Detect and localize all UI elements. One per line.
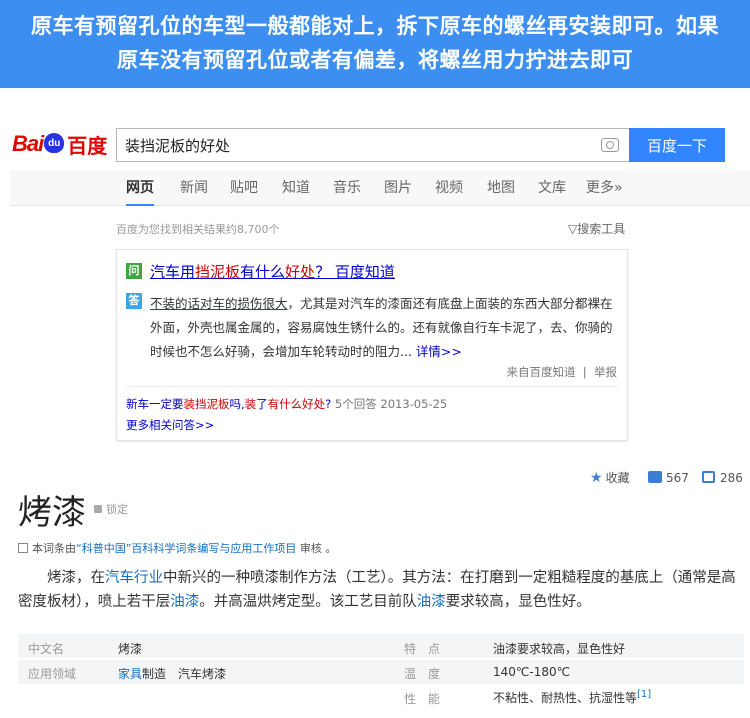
tab-video[interactable]: 视频: [435, 170, 463, 206]
furniture-link[interactable]: 家具: [118, 667, 142, 681]
info-value-feature: 油漆要求较高，显色性好: [493, 642, 626, 656]
card-divider: [126, 386, 618, 387]
paint-link[interactable]: 油漆: [170, 594, 199, 610]
like-button[interactable]: 567: [648, 470, 689, 486]
share-button[interactable]: 286: [702, 470, 743, 486]
info-value-cn-name: 烤漆: [118, 642, 143, 656]
lock-status: 锁定: [94, 501, 128, 517]
search-tools[interactable]: ▽搜索工具: [568, 220, 625, 237]
answer-badge: 答: [126, 293, 142, 309]
tab-music[interactable]: 音乐: [333, 170, 361, 206]
search-header: Bai du 百度 百度一下: [0, 118, 750, 170]
collect-button[interactable]: ★ 收藏: [590, 470, 630, 486]
share-icon: [702, 471, 715, 483]
tab-web[interactable]: 网页: [126, 170, 154, 206]
tab-zhidao[interactable]: 知道: [282, 170, 310, 206]
zhidao-card: 问 答 汽车用挡泥板有什么好处？ 百度知道 不装的话对车的损伤很大，尤其是对汽车…: [116, 249, 628, 441]
tab-wenku[interactable]: 文库: [538, 170, 566, 206]
baidu-logo[interactable]: Bai du 百度: [12, 126, 107, 162]
tab-more[interactable]: 更多»: [586, 170, 623, 206]
result-count: 百度为您找到相关结果约8,700个: [116, 223, 280, 236]
camera-icon[interactable]: [601, 138, 619, 152]
info-label-cn-name: 中文名: [28, 642, 65, 656]
question-badge: 问: [126, 263, 142, 279]
info-label-feature: 特 点: [404, 642, 441, 656]
review-project-link[interactable]: “科普中国”百科科学词条编写与应用工作项目: [76, 542, 296, 555]
question-title-link[interactable]: 汽车用挡泥板有什么好处？ 百度知道: [150, 261, 395, 282]
info-value-property: 不粘性、耐热性、抗湿性等[1]: [493, 689, 652, 705]
info-value-field: 家具制造 汽车烤漆: [118, 667, 227, 681]
search-button[interactable]: 百度一下: [629, 128, 725, 162]
reference-link[interactable]: [1]: [637, 689, 651, 700]
paw-icon: du: [44, 133, 65, 153]
search-tabs: 网页 新闻 贴吧 知道 音乐 图片 视频 地图 文库 更多»: [10, 170, 750, 206]
lock-icon: [94, 505, 102, 513]
paint-link-2[interactable]: 油漆: [417, 594, 446, 610]
more-answers-link[interactable]: 更多相关问答>>: [126, 417, 214, 433]
info-label-field: 应用领域: [28, 667, 77, 681]
top-caption-banner: 原车有预留孔位的车型一般都能对上，拆下原车的螺丝再安装即可。如果 原车没有预留孔…: [0, 0, 750, 88]
related-question[interactable]: 新车一定要装挡泥板吗,装了有什么好处? 5个回答 2013-05-25: [126, 396, 447, 412]
search-input[interactable]: [117, 129, 587, 161]
star-icon: ★: [590, 470, 603, 486]
auto-industry-link[interactable]: 汽车行业: [105, 570, 163, 586]
answer-more-link[interactable]: ... 详情>>: [400, 344, 462, 359]
answer-source: 来自百度知道 | 举报: [506, 365, 618, 379]
info-value-temp: 140℃-180℃: [493, 665, 571, 679]
info-label-property: 性 能: [404, 692, 441, 706]
banner-line-1: 原车有预留孔位的车型一般都能对上，拆下原车的螺丝再安装即可。如果: [31, 14, 719, 38]
intro-paragraph: 烤漆，在汽车行业中新兴的一种喷漆制作方法（工艺）。其方法：在打磨到一定粗糙程度的…: [18, 570, 736, 610]
thumbs-up-icon: [648, 471, 662, 483]
tab-news[interactable]: 新闻: [180, 170, 208, 206]
banner-line-2: 原车没有预留孔位或者有偏差，将螺丝用力拧进去即可: [117, 48, 633, 72]
answer-snippet: 不装的话对车的损伤很大，尤其是对汽车的漆面还有底盘上面装的东西大部分都裸在外面，…: [150, 296, 613, 359]
document-icon: [18, 543, 28, 553]
tab-tieba[interactable]: 贴吧: [230, 170, 258, 206]
tab-map[interactable]: 地图: [487, 170, 515, 206]
page-title: 烤漆: [18, 493, 86, 533]
review-note: 本词条由“科普中国”百科科学词条编写与应用工作项目 审核 。: [18, 540, 336, 556]
filter-icon: ▽: [568, 222, 578, 236]
report-link[interactable]: 举报: [594, 365, 617, 379]
tab-images[interactable]: 图片: [384, 170, 412, 206]
info-label-temp: 温 度: [404, 667, 441, 681]
search-box: [116, 128, 630, 162]
